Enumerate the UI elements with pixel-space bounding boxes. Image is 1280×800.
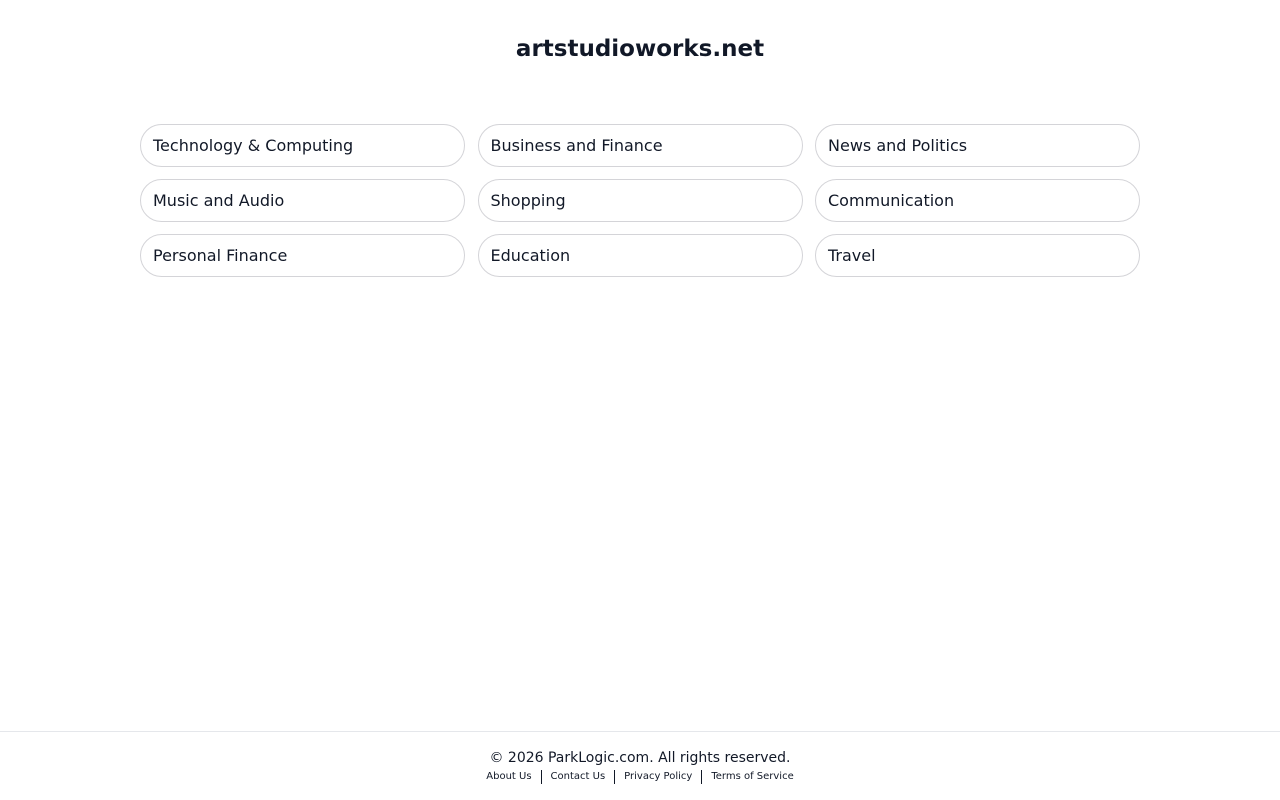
page: artstudioworks.net Technology & Computin… [0,0,1280,800]
site-title: artstudioworks.net [515,36,765,62]
category-link-news-politics[interactable]: News and Politics [815,124,1140,167]
category-link-shopping[interactable]: Shopping [477,179,803,222]
category-link-technology-computing[interactable]: Technology & Computing [140,124,465,167]
category-link-education[interactable]: Education [477,234,803,277]
category-grid: Technology & Computing Business and Fina… [140,124,1140,277]
footer-links: About Us Contact Us Privacy Policy Terms… [0,770,1280,784]
footer: © 2026 ParkLogic.com. All rights reserve… [0,731,1280,800]
category-link-business-finance[interactable]: Business and Finance [477,124,803,167]
privacy-policy-link[interactable]: Privacy Policy [615,770,701,784]
terms-of-service-link[interactable]: Terms of Service [702,770,802,784]
copyright-text: © 2026 ParkLogic.com. All rights reserve… [489,750,791,766]
about-us-link[interactable]: About Us [477,770,540,784]
category-link-music-audio[interactable]: Music and Audio [140,179,465,222]
category-link-travel[interactable]: Travel [815,234,1140,277]
category-link-personal-finance[interactable]: Personal Finance [140,234,465,277]
contact-us-link[interactable]: Contact Us [542,770,615,784]
category-link-communication[interactable]: Communication [815,179,1140,222]
